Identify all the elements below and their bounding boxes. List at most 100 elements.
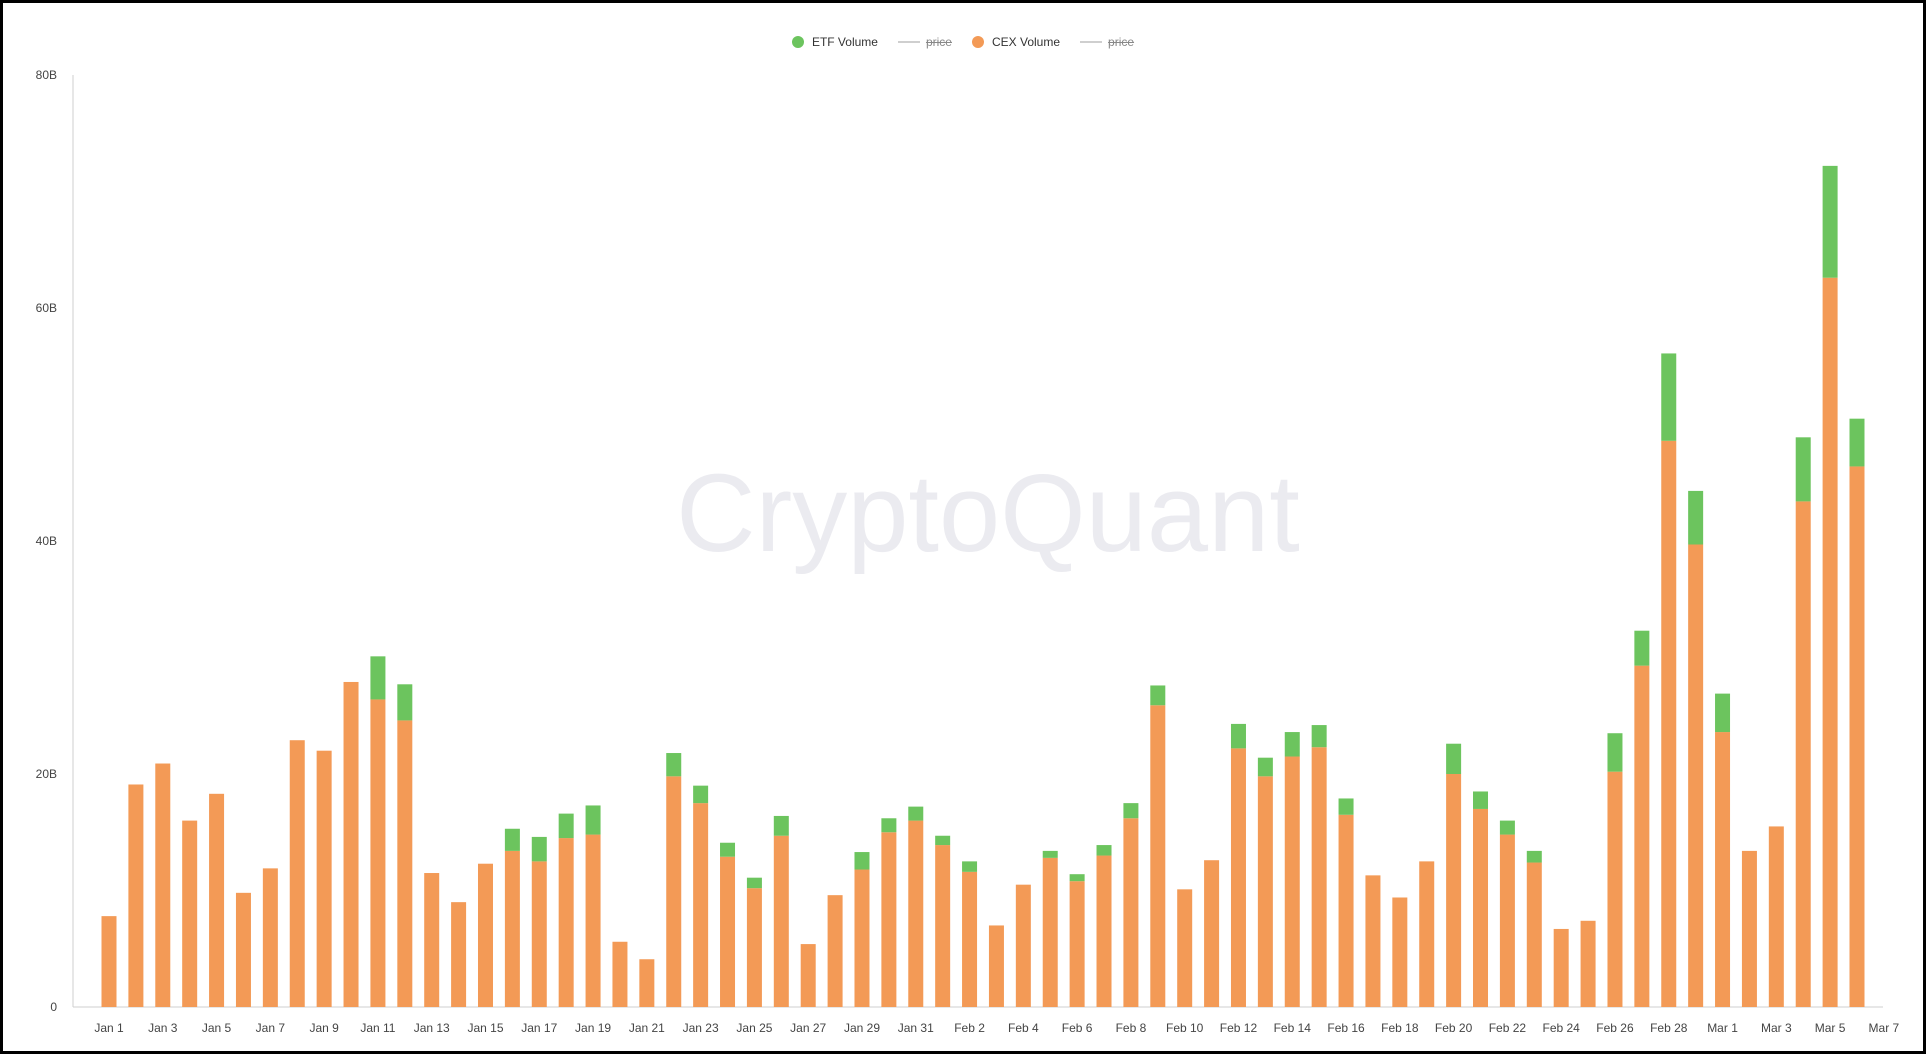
etf-volume-bar — [1822, 165, 1838, 278]
etf-volume-bar — [720, 842, 736, 857]
x-tick-label: Jan 5 — [202, 1021, 232, 1035]
cex-volume-bar — [1284, 756, 1300, 1007]
cex-volume-bar — [1123, 818, 1139, 1007]
cex-volume-bar — [1177, 889, 1193, 1007]
cex-volume-bar — [639, 959, 655, 1007]
cex-volume-bar — [1150, 705, 1166, 1007]
etf-volume-bar — [1688, 490, 1704, 545]
etf-volume-bar — [1257, 757, 1273, 777]
cex-volume-bar — [424, 873, 440, 1007]
etf-volume-bar — [504, 828, 520, 851]
etf-volume-bar — [1042, 850, 1058, 858]
x-tick-label: Jan 29 — [844, 1021, 880, 1035]
cex-volume-bar — [881, 832, 897, 1007]
cex-volume-bar — [585, 834, 601, 1007]
x-tick-label: Feb 24 — [1543, 1021, 1581, 1035]
x-tick-label: Jan 3 — [148, 1021, 178, 1035]
y-tick-label: 40B — [36, 534, 57, 548]
etf-volume-bar — [666, 753, 682, 777]
etf-volume-bar — [1123, 803, 1139, 819]
cex-volume-bar — [666, 776, 682, 1007]
etf-volume-bar — [1661, 353, 1677, 441]
etf-volume-bar — [746, 877, 762, 889]
etf-volume-bar — [370, 656, 386, 700]
cex-volume-bar — [477, 863, 493, 1007]
etf-volume-bar — [1150, 685, 1166, 706]
etf-volume-bar — [1311, 725, 1327, 748]
cex-volume-bar — [155, 763, 171, 1007]
etf-volume-bar — [1499, 820, 1515, 835]
x-tick-label: Jan 9 — [309, 1021, 339, 1035]
etf-volume-bar — [585, 805, 601, 835]
x-tick-label: Jan 27 — [790, 1021, 826, 1035]
cex-volume-bar — [800, 944, 816, 1007]
x-tick-label: Feb 20 — [1435, 1021, 1473, 1035]
x-tick-label: Jan 23 — [683, 1021, 719, 1035]
x-tick-label: Jan 13 — [414, 1021, 450, 1035]
cex-volume-bar — [1741, 850, 1757, 1007]
x-tick-label: Feb 18 — [1381, 1021, 1419, 1035]
x-tick-label: Mar 7 — [1869, 1021, 1900, 1035]
etf-volume-bar — [854, 852, 870, 870]
x-tick-label: Jan 25 — [736, 1021, 772, 1035]
x-tick-label: Jan 15 — [467, 1021, 503, 1035]
cex-volume-bar — [854, 869, 870, 1007]
cex-volume-bar — [935, 845, 951, 1007]
cex-volume-bar — [451, 902, 467, 1007]
cex-volume-bar — [908, 820, 924, 1007]
cex-volume-bar — [746, 888, 762, 1007]
cex-volume-bar — [289, 740, 305, 1007]
cex-volume-bar — [531, 861, 547, 1007]
x-tick-label: Jan 19 — [575, 1021, 611, 1035]
cex-volume-bar — [316, 750, 332, 1007]
etf-volume-bar — [881, 818, 897, 833]
etf-volume-bar — [558, 813, 574, 839]
x-tick-label: Jan 31 — [898, 1021, 934, 1035]
etf-volume-bar — [1446, 743, 1462, 774]
cex-volume-bar — [1446, 774, 1462, 1007]
etf-volume-bar — [1338, 798, 1354, 815]
cex-volume-bar — [612, 941, 628, 1007]
cex-volume-bar — [128, 784, 144, 1007]
x-tick-label: Feb 10 — [1166, 1021, 1204, 1035]
y-tick-label: 0 — [50, 1000, 57, 1014]
y-tick-label: 60B — [36, 301, 57, 315]
cex-volume-bar — [1580, 920, 1596, 1007]
x-tick-label: Feb 4 — [1008, 1021, 1039, 1035]
etf-volume-bar — [693, 785, 709, 804]
etf-volume-bar — [908, 806, 924, 821]
etf-volume-bar — [1849, 418, 1865, 467]
cex-volume-bar — [1204, 860, 1220, 1007]
x-tick-label: Feb 28 — [1650, 1021, 1688, 1035]
x-tick-label: Feb 22 — [1489, 1021, 1527, 1035]
etf-volume-bar — [773, 815, 789, 836]
cex-volume-bar — [558, 838, 574, 1007]
cex-volume-bar — [1688, 544, 1704, 1007]
x-tick-label: Mar 1 — [1707, 1021, 1738, 1035]
x-tick-label: Feb 26 — [1596, 1021, 1634, 1035]
x-tick-label: Feb 6 — [1062, 1021, 1093, 1035]
x-tick-label: Jan 11 — [360, 1021, 395, 1035]
cex-volume-bar — [1768, 826, 1784, 1007]
cex-volume-bar — [962, 871, 978, 1007]
x-tick-label: Jan 7 — [256, 1021, 286, 1035]
etf-volume-bar — [1096, 845, 1112, 856]
cex-volume-bar — [182, 820, 198, 1007]
y-tick-label: 20B — [36, 767, 57, 781]
cex-volume-bar — [1473, 808, 1489, 1007]
cex-volume-bar — [1042, 857, 1058, 1007]
cex-volume-bar — [1553, 928, 1569, 1007]
cex-volume-bar — [1365, 875, 1381, 1007]
cex-volume-bar — [209, 793, 225, 1007]
cex-volume-bar — [1822, 277, 1838, 1008]
cex-volume-bar — [504, 850, 520, 1007]
cex-volume-bar — [397, 720, 413, 1007]
cex-volume-bar — [1661, 440, 1677, 1007]
cex-volume-bar — [1607, 771, 1623, 1007]
cex-volume-bar — [1634, 665, 1650, 1007]
etf-volume-bar — [935, 835, 951, 846]
etf-volume-bar — [1473, 791, 1489, 809]
cex-volume-bar — [1795, 501, 1811, 1007]
cex-volume-bar — [1499, 834, 1515, 1007]
etf-volume-bar — [962, 861, 978, 872]
